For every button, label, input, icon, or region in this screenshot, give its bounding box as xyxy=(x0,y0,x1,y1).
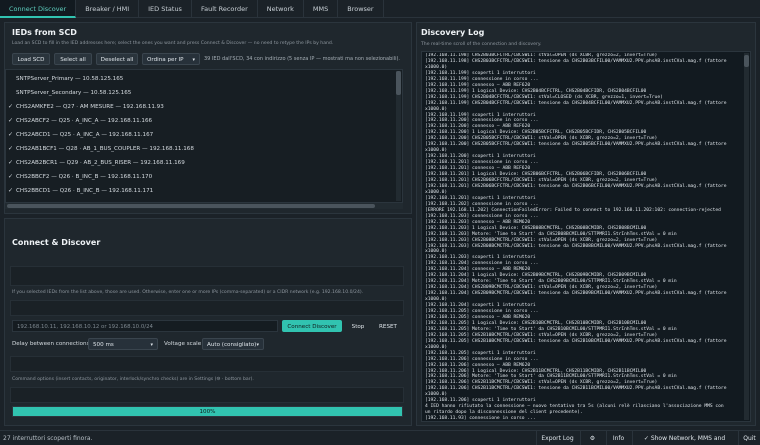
checkbox[interactable]: ✓ xyxy=(8,143,16,155)
stop-button[interactable]: Stop xyxy=(346,320,370,332)
ied-row-label: CHS2ABCD1 — Q25 · A_INC_A — 192.168.11.1… xyxy=(16,132,154,138)
checkbox[interactable]: ✓ xyxy=(8,157,16,169)
ied-summary: 39 IED dall'SCD, 34 con indirizzo (5 sen… xyxy=(204,56,401,62)
checkbox[interactable]: ✓ xyxy=(8,101,16,113)
checkbox-checked-icon: ✓ xyxy=(643,435,649,442)
log-line: [192.168.11.93] connessione in corso ... xyxy=(425,416,536,422)
voltage-select[interactable]: Auto (consigliato) ▾ xyxy=(202,338,264,350)
chevron-down-icon: ▾ xyxy=(192,57,195,63)
show-network-toggle[interactable]: ✓ Show Network, MMS and Browser xyxy=(632,431,736,445)
ied-row-label: SNTPServer_Secondary — 10.58.125.165 xyxy=(16,90,132,96)
list-item[interactable]: ✓ CHS2BBCD1 — Q26 · B_INC_B — 192.168.11.… xyxy=(8,185,394,197)
ied-row-label: CHS2BBCD1 — Q26 · B_INC_B — 192.168.11.1… xyxy=(16,188,154,194)
settings-button[interactable]: ⚙ xyxy=(580,431,604,445)
ied-row-label: CHS2ABCF2 — Q25 · A_INC_A — 192.168.11.1… xyxy=(16,118,153,124)
voltage-label: Voltage scale xyxy=(164,341,202,347)
ip-input[interactable]: 192.168.10.11, 192.168.10.12 or 192.168.… xyxy=(12,320,278,332)
progress-bar: 100% xyxy=(12,406,403,417)
chevron-down-icon: ▾ xyxy=(150,342,153,348)
reset-button[interactable]: RESET xyxy=(374,320,402,332)
connect-panel-spacer xyxy=(10,300,404,316)
sort-select-value: Ordina per IP xyxy=(147,57,184,63)
connect-panel-title: Connect & Discover xyxy=(12,238,101,247)
ied-row-label: CHS2AB2BCR1 — Q29 · AB_2_BUS_RISER — 192… xyxy=(16,160,185,166)
tab-browser[interactable]: Browser xyxy=(338,0,384,18)
ied-row-label: CHS2AMKFE2 — Q27 · AM MESURE — 192.168.1… xyxy=(16,104,164,110)
tab-mms[interactable]: MMS xyxy=(304,0,339,18)
tab-network[interactable]: Network xyxy=(258,0,304,18)
tab-ied-status[interactable]: IED Status xyxy=(139,0,192,18)
list-item[interactable]: SNTPServer_Primary — 10.58.125.165 xyxy=(8,73,394,85)
list-item[interactable]: ✓ CHS2AMKFE2 — Q27 · AM MESURE — 192.168.… xyxy=(8,101,394,113)
log-line: [192.168.11.204] CHS2B09BCMCTRL/CBCSWI1:… xyxy=(425,291,727,297)
log-line: [192.168.11.199] CHS2B04BCFCTRL/CBCSWI1:… xyxy=(425,100,727,106)
ied-row-label: CHS2AB1BCF1 — Q28 · AB_1_BUS_COUPLER — 1… xyxy=(16,146,194,152)
progress-text: 100% xyxy=(199,409,216,415)
log-scrollbar[interactable] xyxy=(744,53,749,420)
list-item[interactable]: ✓ CHS2BBCF2 — Q26 · B_INC_B — 192.168.11.… xyxy=(8,171,394,183)
ied-list[interactable]: SNTPServer_Primary — 10.58.125.165 SNTPS… xyxy=(5,69,403,203)
scrollbar-thumb[interactable] xyxy=(7,204,375,208)
ied-list-scrollbar[interactable] xyxy=(396,71,401,201)
discovery-log[interactable]: [192.168.11.198] CHS2B03BCFCTRL/CBCSWI1:… xyxy=(421,51,751,422)
checkbox[interactable]: ✓ xyxy=(8,115,16,127)
log-line: [192.168.11.203] CHS2B08BCMCTRL/CBCSWI1:… xyxy=(425,243,727,249)
list-item[interactable]: ✓ CHS2AB2BCR1 — Q29 · AB_2_BUS_RISER — 19… xyxy=(8,157,394,169)
log-lines: [192.168.11.198] CHS2B03BCFCTRL/CBCSWI1:… xyxy=(425,53,743,422)
ieds-panel-hint: Load an SCD to fill in the IED addresses… xyxy=(12,41,334,46)
list-item[interactable]: SNTPServer_Secondary — 10.58.125.165 xyxy=(8,87,394,99)
delay-select-value: 500 ms xyxy=(93,342,114,348)
ieds-panel-title: IEDs from SCD xyxy=(12,28,77,37)
checkbox[interactable]: ✓ xyxy=(8,185,16,197)
gear-icon: ⚙ xyxy=(589,435,596,442)
scrollbar-thumb[interactable] xyxy=(744,55,749,67)
connect-panel-hint: If you selected IEDs from the list above… xyxy=(12,290,364,295)
ied-list-hscrollbar[interactable] xyxy=(5,203,403,209)
voltage-select-value: Auto (consigliato) xyxy=(207,342,257,348)
log-line: [192.168.11.200] CHS2B05BCFCTRL/CBCSWI1:… xyxy=(425,142,727,148)
log-line: [192.168.11.206] CHS2B11BCMCTRL/CBCSWI1:… xyxy=(425,386,727,392)
log-line: [192.168.11.201] CHS2B06BCFCTRL/CBCSWI1:… xyxy=(425,183,727,189)
list-item[interactable]: ✓ CHS2ABCF2 — Q25 · A_INC_A — 192.168.11.… xyxy=(8,115,394,127)
info-button[interactable]: Info xyxy=(606,431,630,445)
select-all-button[interactable]: Select all xyxy=(54,53,92,65)
sort-select[interactable]: Ordina per IP ▾ xyxy=(142,53,200,65)
deselect-all-button[interactable]: Deselect all xyxy=(96,53,138,65)
status-bar: 27 interruttori scoperti finora. Export … xyxy=(0,430,760,445)
options-hint: Command options (insert contacts, origin… xyxy=(12,377,254,382)
connect-panel-spacer xyxy=(10,356,404,372)
export-log-button[interactable]: Export Log xyxy=(536,431,578,445)
scrollbar-thumb[interactable] xyxy=(396,71,401,95)
log-line: [192.168.11.205] CHS2B10BCMCTRL/CBCSWI1:… xyxy=(425,338,727,344)
connect-discover-button[interactable]: Connect Discover xyxy=(282,320,342,332)
status-text: 27 interruttori scoperti finora. xyxy=(3,435,93,442)
ied-row-label: CHS2BBCF2 — Q26 · B_INC_B — 192.168.11.1… xyxy=(16,174,153,180)
log-line: [ERRORE 192.168.11.202] ConnectionFailed… xyxy=(425,207,721,213)
tab-fault-recorder[interactable]: Fault Recorder xyxy=(192,0,258,18)
chevron-down-icon: ▾ xyxy=(256,342,259,348)
ied-row-label: SNTPServer_Primary — 10.58.125.165 xyxy=(16,76,124,82)
quit-button[interactable]: Quit xyxy=(738,431,760,445)
connect-panel-spacer xyxy=(10,387,404,403)
tab-connect-discover[interactable]: Connect Discover xyxy=(0,0,77,18)
show-network-label: Show Network, MMS and Browser xyxy=(650,435,726,442)
log-panel-hint: The real-time scroll of the connection a… xyxy=(421,42,542,47)
checkbox[interactable]: ✓ xyxy=(8,171,16,183)
load-scd-button[interactable]: Load SCD xyxy=(12,53,50,65)
tab-bar: Connect Discover Breaker / HMI IED Statu… xyxy=(0,0,760,18)
list-item[interactable]: ✓ CHS2ABCD1 — Q25 · A_INC_A — 192.168.11.… xyxy=(8,129,394,141)
delay-label: Delay between connections xyxy=(12,341,90,347)
checkbox[interactable]: ✓ xyxy=(8,129,16,141)
log-line: [192.168.11.198] CHS2B03BCFCTRL/CBCSWI1:… xyxy=(425,58,727,64)
delay-select[interactable]: 500 ms ▾ xyxy=(88,338,158,350)
tab-breaker-hmi[interactable]: Breaker / HMI xyxy=(76,0,140,18)
connect-panel-spacer xyxy=(10,266,404,286)
log-panel-title: Discovery Log xyxy=(421,28,485,37)
list-item[interactable]: ✓ CHS2AB1BCF1 — Q28 · AB_1_BUS_COUPLER — … xyxy=(8,143,394,155)
